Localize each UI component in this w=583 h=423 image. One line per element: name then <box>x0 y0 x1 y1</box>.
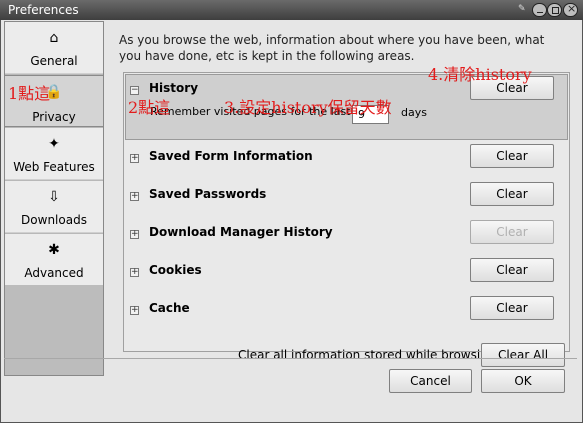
home-icon: ⌂ <box>49 30 59 46</box>
clear-all-label: Clear all information stored while brows… <box>238 348 500 362</box>
sidebar-item-web-features[interactable]: ✦ Web Features <box>5 128 103 180</box>
clear-cache-button[interactable]: Clear <box>470 296 554 320</box>
sidebar-item-label: Web Features <box>13 160 95 174</box>
puzzle-icon: ✦ <box>48 136 60 152</box>
clear-form-info-button[interactable]: Clear <box>470 144 554 168</box>
list-item-cache: + Cache Clear <box>124 295 569 333</box>
minimize-button[interactable] <box>532 3 547 17</box>
row-label: Download Manager History <box>149 225 333 239</box>
sidebar-item-label: General <box>30 54 78 68</box>
clear-all-button[interactable]: Clear All <box>481 343 565 367</box>
privacy-intro-text: As you browse the web, information about… <box>119 33 545 63</box>
expand-icon[interactable]: + <box>130 230 139 239</box>
sidebar-item-label: Advanced <box>24 266 84 280</box>
menu-grip-icon[interactable]: ✎ <box>518 4 528 16</box>
download-icon: ⇩ <box>48 189 60 205</box>
list-item-saved-form-information: + Saved Form Information Clear <box>124 143 569 181</box>
expand-icon[interactable]: + <box>130 306 139 315</box>
clear-download-history-button[interactable]: Clear <box>470 220 554 244</box>
sidebar-empty-area <box>5 285 103 375</box>
list-item-saved-passwords: + Saved Passwords Clear <box>124 181 569 219</box>
sidebar-item-label: Downloads <box>21 213 87 227</box>
annotation-step-3: 3.設定history保留天數 <box>224 98 392 117</box>
maximize-button[interactable] <box>547 3 562 17</box>
row-label: Cookies <box>149 263 202 277</box>
category-sidebar: ⌂ General 🔒 Privacy ✦ Web Features ⇩ Dow… <box>4 21 104 376</box>
clear-cookies-button[interactable]: Clear <box>470 258 554 282</box>
annotation-step-1: 1點這 <box>8 84 51 103</box>
expand-icon[interactable]: + <box>130 154 139 163</box>
sidebar-item-advanced[interactable]: ✱ Advanced <box>5 234 103 286</box>
days-label: days <box>401 106 427 119</box>
row-label: Cache <box>149 301 190 315</box>
window-title: Preferences <box>8 3 79 17</box>
row-label: Saved Form Information <box>149 149 313 163</box>
clear-passwords-button[interactable]: Clear <box>470 182 554 206</box>
annotation-step-4: 4.清除history <box>428 65 532 84</box>
title-bar[interactable]: Preferences ✎ <box>0 0 583 20</box>
sidebar-item-downloads[interactable]: ⇩ Downloads <box>5 181 103 233</box>
close-button[interactable] <box>563 2 578 17</box>
divider <box>4 358 577 359</box>
expand-icon[interactable]: + <box>130 192 139 201</box>
sidebar-item-general[interactable]: ⌂ General <box>5 22 103 74</box>
annotation-step-2: 2點這 <box>128 98 171 117</box>
expand-icon[interactable]: + <box>130 268 139 277</box>
history-label: History <box>149 81 199 95</box>
ok-button[interactable]: OK <box>481 369 565 393</box>
row-label: Saved Passwords <box>149 187 267 201</box>
sidebar-item-label: Privacy <box>32 110 76 124</box>
list-item-cookies: + Cookies Clear <box>124 257 569 295</box>
cancel-button[interactable]: Cancel <box>389 369 472 393</box>
list-item-download-manager-history: + Download Manager History Clear <box>124 219 569 257</box>
gear-icon: ✱ <box>48 242 60 258</box>
